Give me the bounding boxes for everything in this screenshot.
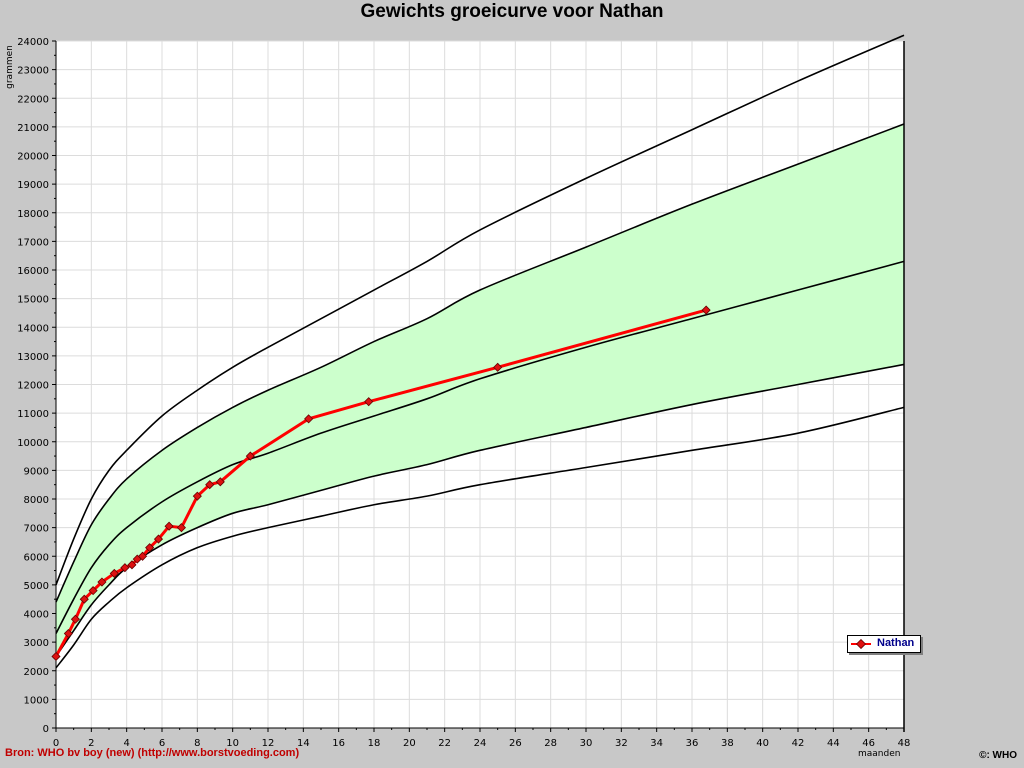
chart-title: Gewichts groeicurve voor Nathan — [360, 1, 664, 22]
x-tick-label: 16 — [332, 738, 345, 749]
y-tick-label: 24000 — [17, 37, 49, 48]
x-tick-label: 24 — [474, 738, 487, 749]
y-tick-label: 18000 — [17, 209, 49, 220]
y-tick-label: 1000 — [24, 695, 49, 706]
y-tick-label: 10000 — [17, 438, 49, 449]
x-tick-label: 30 — [580, 738, 593, 749]
y-tick-label: 4000 — [24, 610, 49, 621]
y-tick-label: 21000 — [17, 123, 49, 134]
x-tick-label: 22 — [438, 738, 451, 749]
y-tick-label: 12000 — [17, 381, 49, 392]
x-axis-label: maanden — [858, 749, 901, 759]
y-tick-label: 20000 — [17, 152, 49, 163]
x-tick-label: 32 — [615, 738, 628, 749]
legend: Nathan — [847, 635, 921, 653]
x-tick-label: 28 — [544, 738, 557, 749]
y-tick-label: 8000 — [24, 495, 49, 506]
x-tick-label: 34 — [650, 738, 663, 749]
y-tick-label: 9000 — [24, 466, 49, 477]
y-tick-label: 0 — [43, 724, 49, 735]
credit-note: ©: WHO — [979, 750, 1017, 761]
legend-marker-icon — [851, 639, 871, 649]
y-tick-label: 16000 — [17, 266, 49, 277]
x-tick-label: 36 — [686, 738, 699, 749]
x-tick-label: 18 — [368, 738, 381, 749]
y-tick-label: 6000 — [24, 552, 49, 563]
y-tick-label: 19000 — [17, 180, 49, 191]
y-tick-label: 11000 — [17, 409, 49, 420]
x-tick-label: 44 — [827, 738, 840, 749]
y-tick-label: 23000 — [17, 66, 49, 77]
y-tick-label: 13000 — [17, 352, 49, 363]
x-tick-label: 48 — [898, 738, 911, 749]
y-tick-label: 7000 — [24, 524, 49, 535]
x-tick-label: 26 — [509, 738, 522, 749]
x-tick-label: 20 — [403, 738, 416, 749]
source-note: Bron: WHO bv boy (new) (http://www.borst… — [5, 747, 300, 759]
x-tick-label: 46 — [862, 738, 875, 749]
y-axis-label: grammen — [5, 45, 15, 89]
legend-label: Nathan — [877, 637, 915, 649]
y-tick-label: 22000 — [17, 94, 49, 105]
y-tick-label: 17000 — [17, 237, 49, 248]
y-tick-label: 15000 — [17, 295, 49, 306]
y-axis-ticks: 0 1000 2000 3000 4000 5000 6000 7000 8000 9000 100… — [17, 37, 56, 735]
x-tick-label: 42 — [792, 738, 805, 749]
x-axis-ticks: 0 2 4 6 8 10 12 14 16 18 20 22 24 26 28 30 32 34 36 38 40 42 4… — [53, 728, 911, 749]
y-tick-label: 5000 — [24, 581, 49, 592]
y-tick-label: 3000 — [24, 638, 49, 649]
y-axis-label-wrap: grammen — [2, 40, 16, 100]
x-tick-label: 38 — [721, 738, 734, 749]
x-tick-label: 40 — [756, 738, 769, 749]
y-tick-label: 14000 — [17, 323, 49, 334]
y-tick-label: 2000 — [24, 667, 49, 678]
